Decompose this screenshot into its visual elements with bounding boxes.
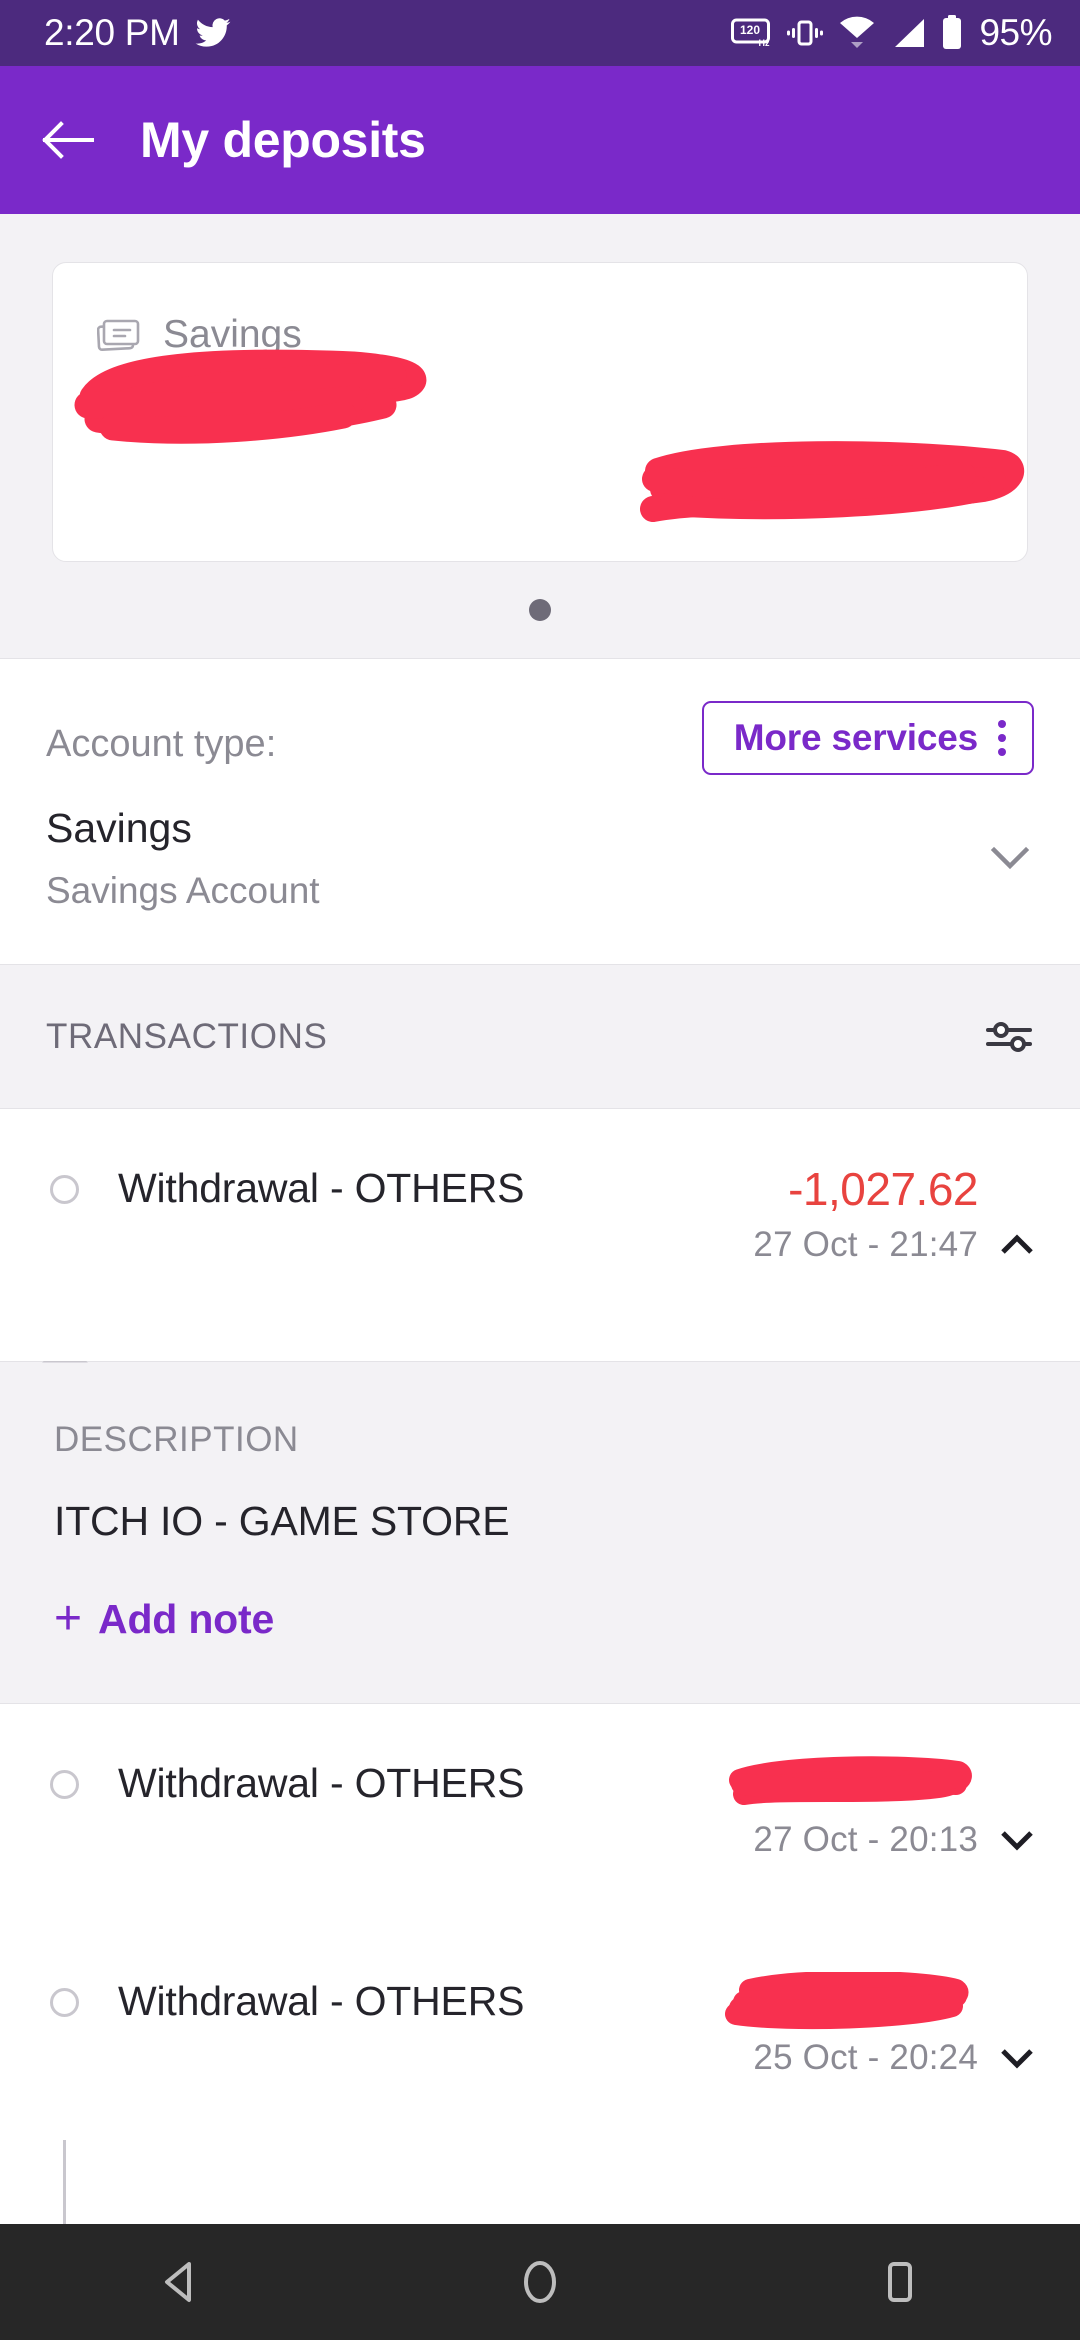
description-caption: DESCRIPTION [54,1420,299,1459]
account-card[interactable]: Savings [52,262,1028,562]
transaction-title: Withdrawal - OTHERS [118,1978,525,2024]
wifi-icon [837,16,877,50]
phone-screen: 2:20 PM 120 Hz 95% My deposits Savings A… [0,0,1080,2340]
nav-back-triangle-icon[interactable] [120,2224,240,2340]
svg-text:120: 120 [740,23,760,37]
chevron-down-icon[interactable] [1000,2047,1034,2069]
battery-icon [941,15,963,51]
passbook-card-icon [97,317,141,353]
timeline-marker [50,1770,79,1799]
table-row[interactable]: Withdrawal - OTHERS -1,027.62 27 Oct - 2… [0,1109,1080,1361]
account-type-label: Account type: [46,723,277,765]
account-card-label: Savings [163,313,302,356]
transaction-amount: -1,027.62 [788,1163,978,1215]
kebab-menu-icon [998,720,1006,756]
arrow-left-icon[interactable] [40,118,96,162]
status-bar-left: 2:20 PM [44,12,232,54]
app-bar: My deposits [0,66,1080,214]
plus-icon: + [54,1592,83,1645]
account-card-carousel: Savings [0,214,1080,659]
account-type-value: Savings [46,805,192,851]
page-title: My deposits [140,112,426,168]
table-row[interactable]: Withdrawal - OTHERS [0,1922,1080,2140]
twitter-icon [194,14,232,52]
transactions-title: TRANSACTIONS [46,1016,328,1056]
transaction-title: Withdrawal - OTHERS [118,1165,525,1211]
vibrate-icon [787,17,824,49]
timeline-notch-icon [33,1361,97,1393]
add-note-label: Add note [98,1595,275,1642]
transactions-header: TRANSACTIONS [0,965,1080,1109]
account-type-value-row[interactable]: Savings Savings Account [46,805,1034,912]
transaction-meta: 25 Oct - 20:24 [704,1972,1034,2078]
add-note-button[interactable]: + Add note [54,1595,1026,1643]
balance-redaction [640,441,1024,522]
transaction-date: 27 Oct - 20:13 [753,1820,978,1859]
cellular-signal-icon [891,16,927,50]
account-type-section: Account type: More services Savings Savi… [0,659,1080,965]
status-bar: 2:20 PM 120 Hz 95% [0,0,1080,66]
account-type-subtitle: Savings Account [46,870,320,911]
transaction-amount-redaction [720,1972,978,2030]
refresh-rate-120hz-icon: 120 Hz [731,17,773,49]
more-services-label: More services [733,717,978,758]
timeline-marker [50,1988,79,2017]
account-type-top-row: Account type: More services [46,701,1034,775]
carousel-dot-active[interactable] [529,599,551,621]
android-navigation-bar [0,2224,1080,2340]
carousel-page-indicator [0,562,1080,658]
transaction-meta: 27 Oct - 20:13 [704,1756,1034,1860]
chevron-down-icon[interactable] [1000,1829,1034,1851]
timeline-marker [50,1175,79,1204]
nav-recents-square-icon[interactable] [840,2224,960,2340]
description-value: ITCH IO - GAME STORE [54,1498,510,1544]
transaction-date: 27 Oct - 21:47 [753,1225,978,1264]
status-bar-right: 120 Hz 95% [731,12,1052,54]
tune-filter-icon[interactable] [984,1017,1034,1057]
chevron-up-icon[interactable] [1000,1234,1034,1256]
transactions-list: Withdrawal - OTHERS -1,027.62 27 Oct - 2… [0,1109,1080,2224]
battery-percent-label: 95% [979,12,1052,53]
more-services-button[interactable]: More services [701,701,1034,775]
transaction-amount-redaction [720,1756,978,1808]
svg-text:Hz: Hz [759,38,770,48]
nav-home-circle-icon[interactable] [480,2224,600,2340]
transaction-meta: -1,027.62 27 Oct - 21:47 [704,1161,1034,1265]
transaction-date: 25 Oct - 20:24 [753,2038,978,2077]
status-clock: 2:20 PM [44,12,180,53]
transaction-detail-panel: DESCRIPTION ITCH IO - GAME STORE + Add n… [0,1361,1080,1704]
account-card-header: Savings [97,313,983,357]
chevron-down-icon[interactable] [990,846,1030,872]
transaction-title: Withdrawal - OTHERS [118,1760,525,1806]
table-row[interactable]: Withdrawal - OTHERS [0,1704,1080,1922]
